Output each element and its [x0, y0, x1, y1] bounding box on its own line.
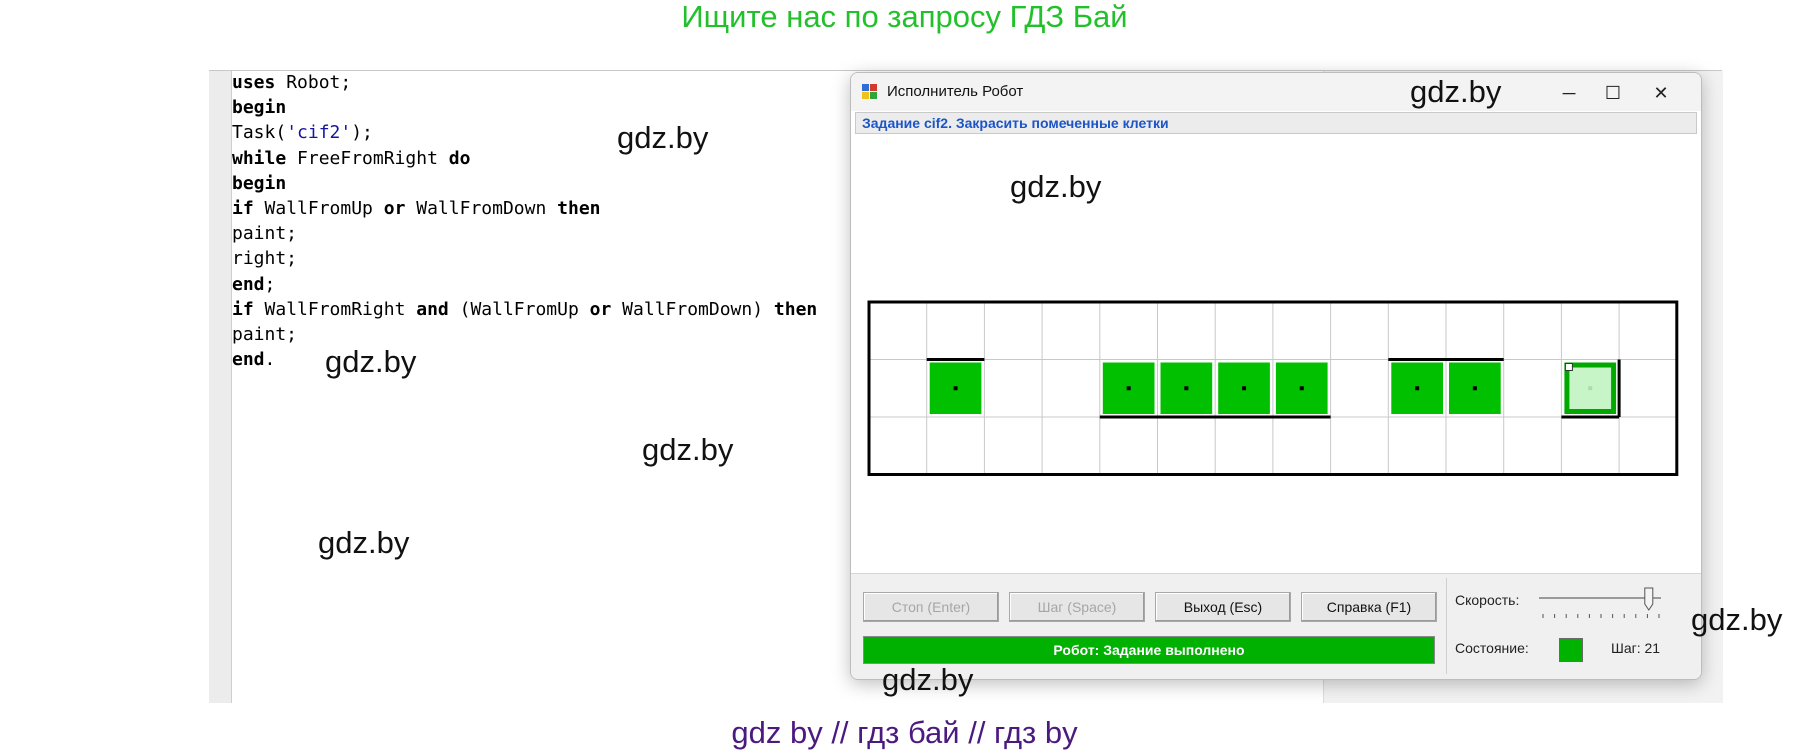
minimize-button[interactable]: ─ [1549, 79, 1589, 107]
code-line[interactable]: end. [232, 347, 817, 372]
code-token: end [232, 273, 265, 295]
code-token: uses [232, 72, 276, 93]
bottom-banner: gdz by // гдз бай // гдз by [731, 715, 1078, 750]
state-indicator [1559, 638, 1583, 662]
code-token: ; [264, 273, 276, 295]
code-line[interactable]: if WallFromRight and (WallFromUp or Wall… [232, 297, 817, 322]
watermark: gdz.by [1691, 602, 1783, 637]
watermark: gdz.by [882, 662, 974, 697]
exit-button[interactable]: Выход (Esc) [1155, 592, 1291, 622]
code-token: end [232, 349, 265, 371]
code-token: or [589, 298, 612, 320]
task-description: Задание cif2. Закрасить помеченные клетк… [862, 115, 1169, 131]
code-token: (WallFromUp [448, 298, 590, 320]
code-token: and [416, 298, 449, 320]
code-line[interactable]: paint; [232, 221, 817, 246]
code-token: Task( [232, 122, 287, 144]
code-token: ); [351, 122, 373, 144]
code-token: . [264, 349, 276, 371]
task-strip: Задание cif2. Закрасить помеченные клетк… [855, 112, 1697, 134]
speed-label: Скорость: [1455, 592, 1520, 608]
cell-marker [1299, 386, 1304, 391]
code-line[interactable]: right; [232, 246, 817, 271]
step-counter: Шаг: 21 [1611, 640, 1661, 656]
cell-marker [1588, 386, 1593, 391]
help-button[interactable]: Справка (F1) [1301, 592, 1437, 622]
window-titlebar[interactable]: Исполнитель Робот ─ ☐ ✕ [851, 73, 1701, 111]
code-line[interactable]: paint; [232, 322, 817, 347]
cell-marker [1242, 386, 1247, 391]
status-bar: Робот: Задание выполнено [863, 636, 1435, 664]
window-title: Исполнитель Робот [887, 83, 1024, 100]
stop-button[interactable]: Стоп (Enter) [863, 592, 999, 622]
code-token: WallFromDown) [611, 298, 774, 320]
code-token: do [448, 147, 471, 169]
cell-marker [1415, 386, 1420, 391]
watermark: gdz.by [1010, 169, 1102, 204]
watermark: gdz.by [325, 344, 417, 379]
cell-marker [953, 386, 958, 391]
robot-window: Исполнитель Робот ─ ☐ ✕ Задание cif2. За… [850, 72, 1702, 680]
side-controls: Скорость: Состояние: Шаг: 21 [1446, 578, 1701, 674]
step-button[interactable]: Шаг (Space) [1009, 592, 1145, 622]
watermark: gdz.by [318, 525, 410, 560]
cell-marker [1126, 386, 1131, 391]
top-banner: Ищите нас по запросу ГДЗ Бай [681, 0, 1128, 34]
code-line[interactable]: begin [232, 171, 817, 196]
code-line[interactable]: uses Robot; [232, 70, 817, 95]
code-token: begin [232, 97, 287, 119]
maximize-button[interactable]: ☐ [1593, 79, 1633, 107]
code-token: while [232, 147, 287, 169]
code-token: if [232, 298, 254, 320]
code-line[interactable]: end; [232, 272, 817, 297]
code-token: then [557, 197, 601, 219]
control-panel: Стоп (Enter) Шаг (Space) Выход (Esc) Спр… [851, 573, 1701, 679]
robot-corner [1564, 363, 1573, 371]
close-button[interactable]: ✕ [1641, 79, 1681, 107]
code-line[interactable]: begin [232, 95, 817, 120]
watermark: gdz.by [617, 120, 709, 155]
code-line[interactable]: while FreeFromRight do [232, 146, 817, 171]
code-token: WallFromUp [253, 197, 384, 219]
speed-slider[interactable] [1535, 584, 1665, 624]
code-token: or [383, 197, 406, 219]
code-token: WallFromDown [405, 197, 558, 219]
cell-marker [1472, 386, 1477, 391]
code-token: FreeFromRight [286, 147, 449, 169]
cell-marker [1184, 386, 1189, 391]
app-icon [862, 84, 877, 99]
watermark: gdz.by [642, 432, 734, 467]
slider-thumb[interactable] [1644, 587, 1654, 611]
watermark: gdz.by [1410, 74, 1502, 109]
code-token: right; [232, 248, 298, 270]
code-token: Robot; [275, 72, 352, 93]
code-token: then [773, 298, 818, 320]
code-token: paint; [232, 323, 298, 345]
code-token: 'cif2' [286, 122, 352, 144]
code-token: begin [232, 172, 287, 194]
editor-gutter [209, 71, 232, 703]
code-token: if [232, 197, 254, 219]
robot-field [867, 300, 1679, 476]
code-token: paint; [232, 223, 298, 245]
code-text[interactable]: uses Robot; begin Task('cif2'); while FreeF… [232, 70, 817, 372]
code-line[interactable]: Task('cif2'); [232, 120, 817, 145]
state-label: Состояние: [1455, 640, 1529, 656]
code-token: WallFromRight [253, 298, 417, 320]
code-line[interactable]: if WallFromUp or WallFromDown then [232, 196, 817, 221]
